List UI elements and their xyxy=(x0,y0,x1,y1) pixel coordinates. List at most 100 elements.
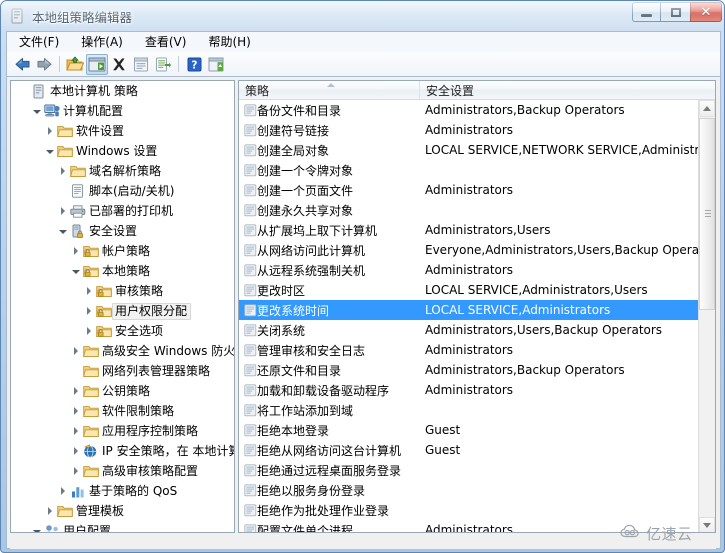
menu-view[interactable]: 查看(V) xyxy=(135,31,197,53)
table-row[interactable]: 从网络访问此计算机Everyone,Administrators,Users,B… xyxy=(239,240,700,260)
policy-name-cell: 配置文件单个进程 xyxy=(257,522,425,534)
tree-node-1[interactable]: 计算机配置 xyxy=(11,101,234,121)
tree-node-21[interactable]: 管理模板 xyxy=(11,501,234,521)
table-row[interactable]: 创建一个令牌对象 xyxy=(239,160,700,180)
tree-node-4[interactable]: 域名解析策略 xyxy=(11,161,234,181)
tree-node-5[interactable]: 脚本(启动/关机) xyxy=(11,181,234,201)
tree-node-12[interactable]: 安全选项 xyxy=(11,321,234,341)
table-row[interactable]: 从远程系统强制关机Administrators xyxy=(239,260,700,280)
chevron-right-icon[interactable] xyxy=(69,421,82,441)
chevron-down-icon[interactable] xyxy=(30,101,43,121)
chevron-down-icon[interactable] xyxy=(69,261,82,281)
menu-action[interactable]: 操作(A) xyxy=(71,31,133,53)
table-row[interactable]: 创建符号链接Administrators xyxy=(239,120,700,140)
properties-icon[interactable] xyxy=(130,54,152,75)
table-row[interactable]: 拒绝从网络访问这台计算机Guest xyxy=(239,440,700,460)
tree-node-16[interactable]: 软件限制策略 xyxy=(11,401,234,421)
tree-node-13[interactable]: 高级安全 Windows 防火墙 xyxy=(11,341,234,361)
vertical-scrollbar[interactable] xyxy=(698,100,715,533)
table-row[interactable]: 备份文件和目录Administrators,Backup Operators xyxy=(239,100,700,120)
table-row[interactable]: 创建一个页面文件Administrators xyxy=(239,180,700,200)
table-row[interactable]: 从扩展坞上取下计算机Administrators,Users xyxy=(239,220,700,240)
column-header-policy[interactable]: 策略 xyxy=(239,81,420,99)
policy-item-icon xyxy=(239,104,257,117)
tree-node-2[interactable]: 软件设置 xyxy=(11,121,234,141)
tree-node-22[interactable]: 用户配置 xyxy=(11,521,234,533)
close-icon: ✕ xyxy=(691,3,721,21)
menu-file[interactable]: 文件(F) xyxy=(9,31,69,53)
chevron-right-icon[interactable] xyxy=(69,461,82,481)
table-row[interactable]: 关闭系统Administrators,Users,Backup Operator… xyxy=(239,320,700,340)
title-bar[interactable]: 本地组策略编辑器 ✕ xyxy=(1,1,725,31)
table-row[interactable]: 拒绝作为批处理作业登录 xyxy=(239,500,700,520)
tree-node-label: 高级审核策略配置 xyxy=(99,463,202,480)
delete-icon[interactable] xyxy=(108,54,130,75)
chevron-right-icon[interactable] xyxy=(56,161,69,181)
show-pane-icon[interactable] xyxy=(205,54,227,75)
chevron-right-icon[interactable] xyxy=(82,281,95,301)
security-setting-cell: Guest xyxy=(425,443,700,457)
chevron-right-icon[interactable] xyxy=(69,381,82,401)
chevron-right-icon[interactable] xyxy=(43,501,56,521)
toolbar-separator-2 xyxy=(178,56,179,72)
chevron-right-icon[interactable] xyxy=(69,401,82,421)
chevron-down-icon[interactable] xyxy=(30,521,43,533)
tree-node-label: 应用程序控制策略 xyxy=(99,423,202,440)
folder-lock-icon xyxy=(82,245,99,258)
tree-node-3[interactable]: Windows 设置 xyxy=(11,141,234,161)
show-hide-tree-icon[interactable] xyxy=(86,54,108,75)
table-row[interactable]: 更改系统时间LOCAL SERVICE,Administrators xyxy=(239,300,700,320)
tree-node-8[interactable]: 帐户策略 xyxy=(11,241,234,261)
tree-node-15[interactable]: 公钥策略 xyxy=(11,381,234,401)
chevron-right-icon[interactable] xyxy=(82,321,95,341)
column-header-security-setting[interactable]: 安全设置 xyxy=(420,81,716,99)
chevron-right-icon[interactable] xyxy=(69,241,82,261)
back-icon[interactable] xyxy=(11,54,33,75)
qos-chart-icon xyxy=(69,485,86,498)
table-row[interactable]: 管理审核和安全日志Administrators xyxy=(239,340,700,360)
policy-list-panel[interactable]: 策略 安全设置 备份文件和目录Administrators,Backup Ope… xyxy=(238,80,716,533)
console-tree[interactable]: 本地计算机 策略计算机配置软件设置Windows 设置域名解析策略脚本(启动/关… xyxy=(10,80,235,533)
maximize-button[interactable] xyxy=(661,2,690,22)
table-row[interactable]: 还原文件和目录Administrators,Backup Operators xyxy=(239,360,700,380)
chevron-right-icon[interactable] xyxy=(43,121,56,141)
chevron-right-icon[interactable] xyxy=(69,441,82,461)
tree-node-10[interactable]: 审核策略 xyxy=(11,281,234,301)
minimize-button[interactable] xyxy=(632,2,661,22)
tree-node-9[interactable]: 本地策略 xyxy=(11,261,234,281)
table-row[interactable]: 创建永久共享对象 xyxy=(239,200,700,220)
tree-node-18[interactable]: IP 安全策略，在 本地计算机 xyxy=(11,441,234,461)
menu-help[interactable]: 帮助(H) xyxy=(198,31,260,53)
tree-node-7[interactable]: 安全设置 xyxy=(11,221,234,241)
up-folder-icon[interactable] xyxy=(64,54,86,75)
tree-node-17[interactable]: 应用程序控制策略 xyxy=(11,421,234,441)
close-button[interactable]: ✕ xyxy=(690,2,722,22)
help-icon[interactable]: ? xyxy=(183,54,205,75)
chevron-right-icon[interactable] xyxy=(56,481,69,501)
table-row[interactable]: 拒绝本地登录Guest xyxy=(239,420,700,440)
table-row[interactable]: 将工作站添加到域 xyxy=(239,400,700,420)
table-row[interactable]: 拒绝以服务身份登录 xyxy=(239,480,700,500)
chevron-right-icon[interactable] xyxy=(82,301,95,321)
chevron-right-icon[interactable] xyxy=(56,201,69,221)
scroll-up-arrow-icon[interactable] xyxy=(699,100,715,117)
table-row[interactable]: 创建全局对象LOCAL SERVICE,NETWORK SERVICE,Admi… xyxy=(239,140,700,160)
table-row[interactable]: 更改时区LOCAL SERVICE,Administrators,Users xyxy=(239,280,700,300)
tree-node-label: 帐户策略 xyxy=(99,243,154,260)
tree-node-11[interactable]: 用户权限分配 xyxy=(11,301,234,321)
tree-node-0[interactable]: 本地计算机 策略 xyxy=(11,81,234,101)
scroll-down-arrow-icon[interactable] xyxy=(699,517,715,533)
policy-list-body[interactable]: 备份文件和目录Administrators,Backup Operators创建… xyxy=(239,100,700,533)
chevron-right-icon[interactable] xyxy=(69,341,82,361)
tree-node-20[interactable]: 基于策略的 QoS xyxy=(11,481,234,501)
table-row[interactable]: 拒绝通过远程桌面服务登录 xyxy=(239,460,700,480)
tree-node-19[interactable]: 高级审核策略配置 xyxy=(11,461,234,481)
tree-node-6[interactable]: 已部署的打印机 xyxy=(11,201,234,221)
chevron-down-icon[interactable] xyxy=(56,221,69,241)
forward-icon[interactable] xyxy=(33,54,55,75)
scroll-thumb[interactable] xyxy=(699,118,715,310)
export-list-icon[interactable] xyxy=(152,54,174,75)
chevron-down-icon[interactable] xyxy=(43,141,56,161)
table-row[interactable]: 加载和卸载设备驱动程序Administrators xyxy=(239,380,700,400)
tree-node-14[interactable]: 网络列表管理器策略 xyxy=(11,361,234,381)
